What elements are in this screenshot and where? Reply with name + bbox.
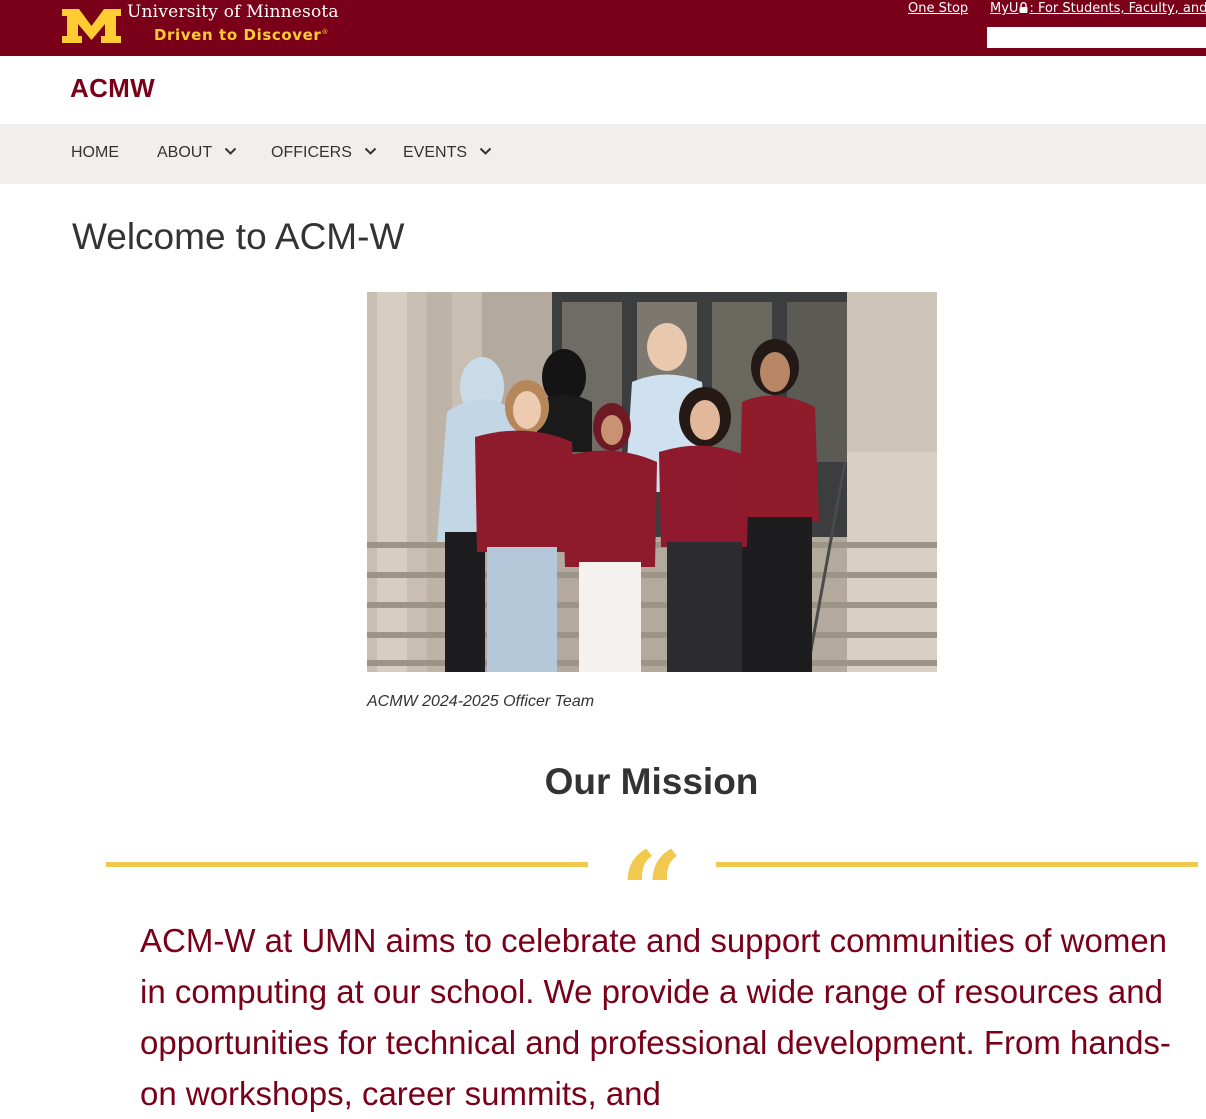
nav-item-officers[interactable]: OFFICERS bbox=[271, 144, 377, 162]
quote-glyph: “ bbox=[620, 842, 682, 892]
quote-divider-right bbox=[716, 862, 1198, 867]
chevron-down-icon[interactable] bbox=[479, 147, 492, 156]
quote-mark-icon: “ bbox=[620, 842, 682, 892]
chevron-down-icon[interactable] bbox=[224, 147, 237, 156]
nav-item-label: OFFICERS bbox=[271, 144, 352, 161]
myu-suffix: : For Students, Faculty, and Staff bbox=[1029, 1, 1206, 16]
main-navigation: HOME ABOUT OFFICERS EVENTS bbox=[0, 124, 1206, 184]
nav-item-home[interactable]: HOME bbox=[71, 144, 119, 162]
block-m-logo-icon[interactable] bbox=[62, 9, 121, 43]
nav-item-label: ABOUT bbox=[157, 144, 213, 161]
search-input[interactable] bbox=[987, 27, 1206, 48]
page-title: Welcome to ACM-W bbox=[72, 216, 405, 257]
lock-icon bbox=[1019, 2, 1028, 13]
nav-item-events[interactable]: EVENTS bbox=[403, 144, 492, 162]
mission-heading: Our Mission bbox=[544, 761, 759, 802]
university-name: University of Minnesota bbox=[127, 2, 339, 22]
nav-item-label: EVENTS bbox=[403, 144, 468, 161]
nav-item-label: HOME bbox=[71, 144, 119, 161]
chevron-down-icon[interactable] bbox=[364, 147, 377, 156]
mission-statement: ACM-W at UMN aims to celebrate and suppo… bbox=[140, 922, 1171, 1112]
officer-team-photo bbox=[367, 292, 937, 672]
quote-divider-left bbox=[106, 862, 588, 867]
one-stop-link[interactable]: One Stop bbox=[908, 1, 968, 16]
registered-mark: ® bbox=[321, 28, 330, 36]
myu-link[interactable]: MyU : For Students, Faculty, and Staff bbox=[990, 1, 1206, 16]
university-wordmark[interactable]: University of Minnesota Driven to Discov… bbox=[127, 2, 339, 44]
site-name[interactable]: ACMW bbox=[70, 73, 155, 104]
university-tagline: Driven to Discover® bbox=[154, 26, 339, 44]
myu-prefix: MyU bbox=[990, 1, 1019, 16]
nav-item-about[interactable]: ABOUT bbox=[157, 144, 237, 162]
tagline-text: Driven to Discover bbox=[154, 26, 322, 44]
photo-caption: ACMW 2024-2025 Officer Team bbox=[367, 693, 595, 710]
university-header: University of Minnesota Driven to Discov… bbox=[0, 0, 1206, 56]
